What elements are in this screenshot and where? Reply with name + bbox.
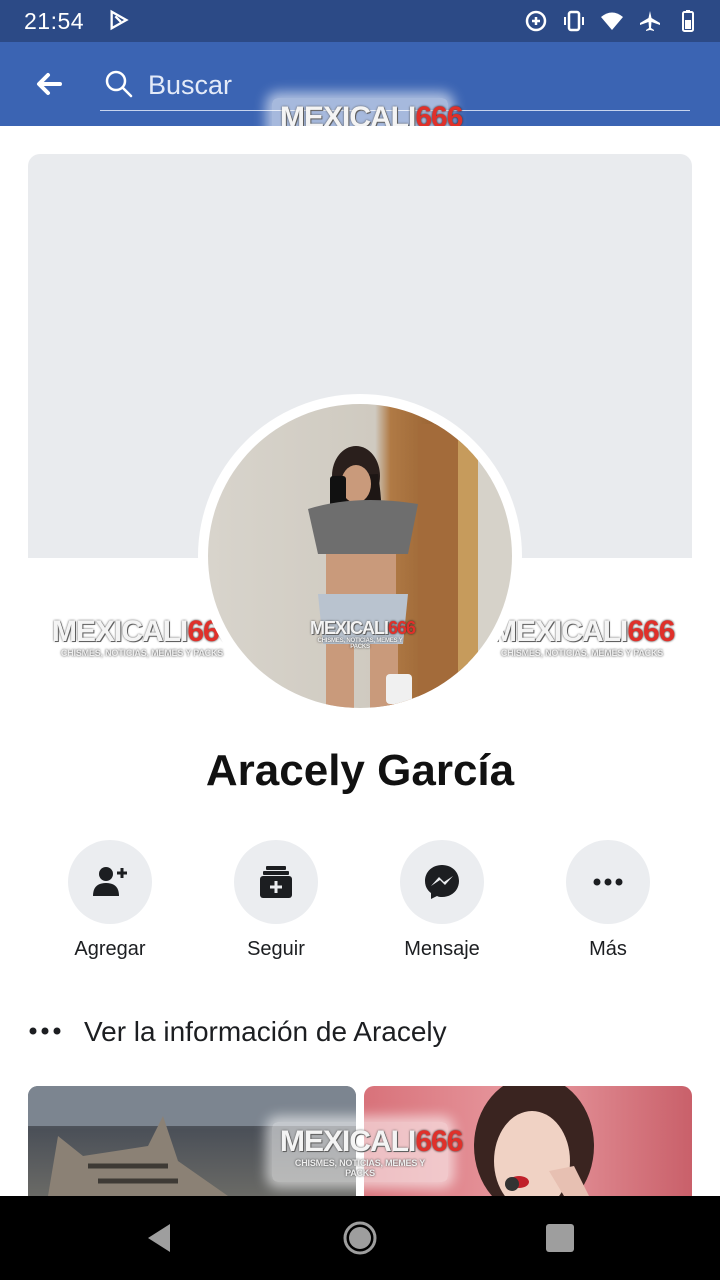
system-nav-bar bbox=[0, 1196, 720, 1280]
back-arrow-icon[interactable] bbox=[30, 64, 70, 104]
vibrate-icon bbox=[562, 9, 586, 33]
search-icon bbox=[105, 70, 133, 98]
follow-button[interactable]: Seguir bbox=[216, 840, 336, 970]
status-time: 21:54 bbox=[24, 8, 85, 34]
watermark-tagline: CHISMES, NOTICIAS, MEMES Y PACKS bbox=[317, 638, 403, 650]
status-bar: 21:54 bbox=[0, 0, 720, 42]
watermark-brand: MEXICALI bbox=[52, 615, 188, 648]
airplane-icon bbox=[638, 9, 662, 33]
message-label: Mensaje bbox=[404, 938, 480, 960]
profile-content: MEXICALI666 CHISMES, NOTICIAS, MEMES Y P… bbox=[0, 126, 720, 1196]
watermark-tagline: CHISMES, NOTICIAS, MEMES Y PACKS bbox=[294, 1158, 426, 1178]
data-saver-icon bbox=[524, 9, 548, 33]
message-button-circle[interactable] bbox=[400, 840, 484, 924]
watermark-number: 666 bbox=[627, 615, 675, 648]
more-label: Más bbox=[589, 938, 627, 960]
watermark-number: 666 bbox=[415, 1125, 463, 1158]
watermark-brand: MEXICALI bbox=[280, 1125, 416, 1158]
watermark-logo-bottom: MEXICALI666 CHISMES, NOTICIAS, MEMES Y P… bbox=[272, 1122, 463, 1182]
add-friend-label: Agregar bbox=[74, 938, 146, 960]
profile-picture-figure bbox=[308, 424, 478, 708]
more-icon bbox=[593, 878, 623, 886]
watermark-tagline: CHISMES, NOTICIAS, MEMES Y PACKS bbox=[500, 648, 664, 658]
nav-home-icon[interactable] bbox=[340, 1218, 380, 1258]
battery-icon bbox=[676, 9, 700, 33]
more-button-circle[interactable] bbox=[566, 840, 650, 924]
more-button[interactable]: Más bbox=[548, 840, 668, 970]
see-info-link[interactable]: Ver la información de Aracely bbox=[28, 1006, 692, 1056]
message-button[interactable]: Mensaje bbox=[382, 840, 502, 970]
watermark-tagline: CHISMES, NOTICIAS, MEMES Y PACKS bbox=[60, 648, 224, 658]
watermark-brand: MEXICALI bbox=[310, 618, 389, 638]
wifi-icon bbox=[600, 9, 624, 33]
see-info-label: Ver la información de Aracely bbox=[84, 1016, 447, 1047]
watermark-brand: MEXICALI bbox=[492, 615, 628, 648]
watermark-logo-right: MEXICALI666 CHISMES, NOTICIAS, MEMES Y P… bbox=[492, 615, 675, 659]
profile-actions: Agregar Seguir Mensaje Más bbox=[28, 840, 692, 970]
follow-icon bbox=[260, 866, 292, 898]
add-friend-icon bbox=[93, 867, 127, 896]
profile-picture[interactable]: MEXICALI666 CHISMES, NOTICIAS, MEMES Y P… bbox=[208, 404, 512, 708]
add-friend-button-circle[interactable] bbox=[68, 840, 152, 924]
play-store-icon bbox=[110, 9, 129, 31]
follow-button-circle[interactable] bbox=[234, 840, 318, 924]
watermark-logo-left: MEXICALI666 CHISMES, NOTICIAS, MEMES Y P… bbox=[52, 615, 235, 659]
watermark-logo-avatar: MEXICALI666 CHISMES, NOTICIAS, MEMES Y P… bbox=[310, 618, 416, 650]
messenger-icon bbox=[425, 865, 459, 899]
profile-name: Aracely García bbox=[205, 746, 515, 795]
add-friend-button[interactable]: Agregar bbox=[50, 840, 170, 970]
follow-label: Seguir bbox=[247, 938, 305, 960]
nav-back-icon[interactable] bbox=[140, 1218, 180, 1258]
nav-recents-icon[interactable] bbox=[540, 1218, 580, 1258]
watermark-number: 666 bbox=[388, 618, 416, 638]
more-dots-icon bbox=[29, 1027, 61, 1035]
